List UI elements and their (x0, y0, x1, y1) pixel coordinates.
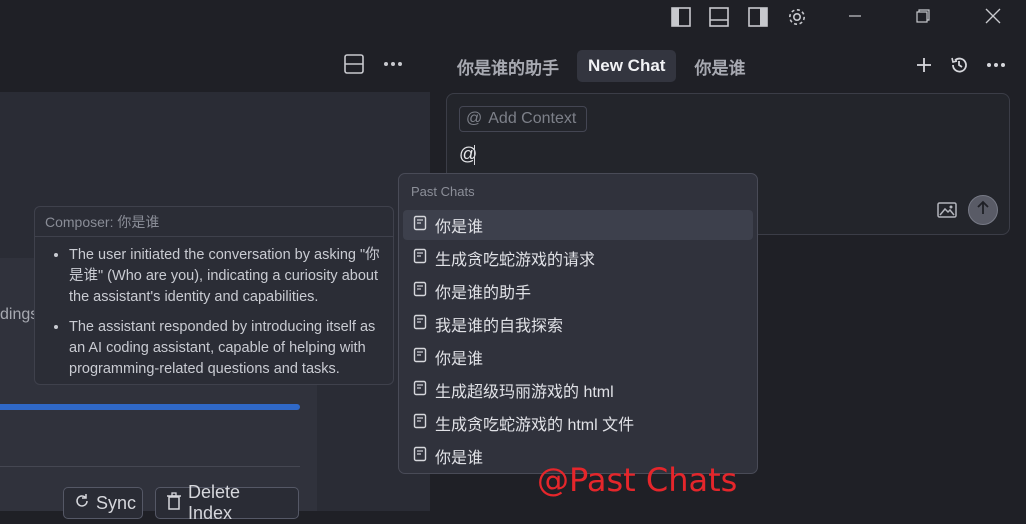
index-progress-bar (0, 404, 300, 410)
new-chat-plus-icon[interactable] (912, 53, 936, 77)
chat-doc-icon (413, 314, 427, 335)
history-icon[interactable] (947, 53, 971, 77)
sync-button[interactable]: Sync (63, 487, 143, 519)
sync-button-label: Sync (96, 492, 137, 513)
chat-tabs: 你是谁的助手 New Chat 你是谁 (446, 50, 763, 82)
chat-doc-icon (413, 380, 427, 401)
close-window-icon[interactable] (978, 4, 1008, 28)
add-context-label: Add Context (488, 110, 577, 127)
chat-doc-icon (413, 446, 427, 467)
past-chat-item[interactable]: 我是谁的自我探索 (403, 309, 753, 339)
toggle-primary-sidebar-icon[interactable] (670, 6, 692, 28)
arrow-up-icon (976, 200, 990, 221)
toggle-panel-icon[interactable] (708, 6, 730, 28)
delete-index-button[interactable]: Delete Index (155, 482, 299, 523)
chat-doc-icon (413, 413, 427, 434)
past-chat-label: 生成贪吃蛇游戏的请求 (435, 252, 596, 269)
past-chat-item[interactable]: 生成超级玛丽游戏的 html (403, 375, 753, 405)
tooltip-bullet: The user initiated the conversation by a… (69, 245, 383, 308)
past-chat-label: 你是谁 (435, 351, 484, 368)
annotation-watermark: @Past Chats (537, 461, 738, 499)
past-chat-item[interactable]: 生成贪吃蛇游戏的请求 (403, 243, 753, 273)
tab-new-chat[interactable]: New Chat (577, 50, 677, 82)
tooltip-title: Composer: 你是谁 (35, 207, 393, 237)
menu-header: Past Chats (411, 184, 475, 199)
past-chats-menu: Past Chats 你是谁 生成贪吃蛇游戏的请求 你是谁的助手 我是谁的自我探… (398, 173, 758, 474)
minimize-window-icon[interactable] (840, 4, 870, 28)
past-chat-item[interactable]: 生成贪吃蛇游戏的 html 文件 (403, 408, 753, 438)
chat-doc-icon (413, 215, 427, 236)
tab-assistant[interactable]: 你是谁的助手 (446, 50, 570, 82)
tooltip-bullets: The user initiated the conversation by a… (35, 245, 393, 380)
chat-doc-icon (413, 347, 427, 368)
toggle-secondary-sidebar-icon[interactable] (747, 6, 769, 28)
restore-window-icon[interactable] (908, 4, 938, 28)
card-divider (0, 466, 300, 467)
tab-who-are-you[interactable]: 你是谁 (683, 50, 756, 82)
past-chat-label: 我是谁的自我探索 (435, 318, 564, 335)
past-chat-label: 你是谁的助手 (435, 285, 532, 302)
past-chat-label: 你是谁 (435, 219, 484, 236)
past-chat-label: 生成超级玛丽游戏的 html (435, 384, 614, 401)
image-upload-icon[interactable] (936, 201, 958, 219)
settings-gear-icon[interactable] (786, 6, 808, 28)
chat-more-icon[interactable] (984, 53, 1008, 77)
text-caret (474, 145, 475, 165)
chat-doc-icon (413, 248, 427, 269)
delete-index-label: Delete Index (188, 482, 241, 523)
add-context-button[interactable]: @ Add Context (459, 106, 587, 132)
past-chat-item[interactable]: 你是谁 (403, 342, 753, 372)
past-chat-label: 生成贪吃蛇游戏的 html 文件 (435, 417, 635, 434)
more-actions-icon[interactable] (381, 52, 405, 76)
at-sign-icon: @ (466, 110, 483, 127)
partial-label: dings (0, 306, 39, 323)
past-chat-label: 你是谁 (435, 450, 484, 467)
trash-icon (166, 491, 182, 515)
chat-summary-tooltip: Composer: 你是谁 The user initiated the con… (34, 206, 394, 385)
refresh-icon (74, 493, 90, 514)
split-layout-icon[interactable] (342, 52, 366, 76)
past-chat-item[interactable]: 你是谁 (403, 210, 753, 240)
title-bar (0, 0, 1026, 38)
chat-doc-icon (413, 281, 427, 302)
past-chat-item[interactable]: 你是谁的助手 (403, 276, 753, 306)
send-button[interactable] (968, 195, 998, 225)
tooltip-bullet: The assistant responded by introducing i… (69, 317, 383, 380)
